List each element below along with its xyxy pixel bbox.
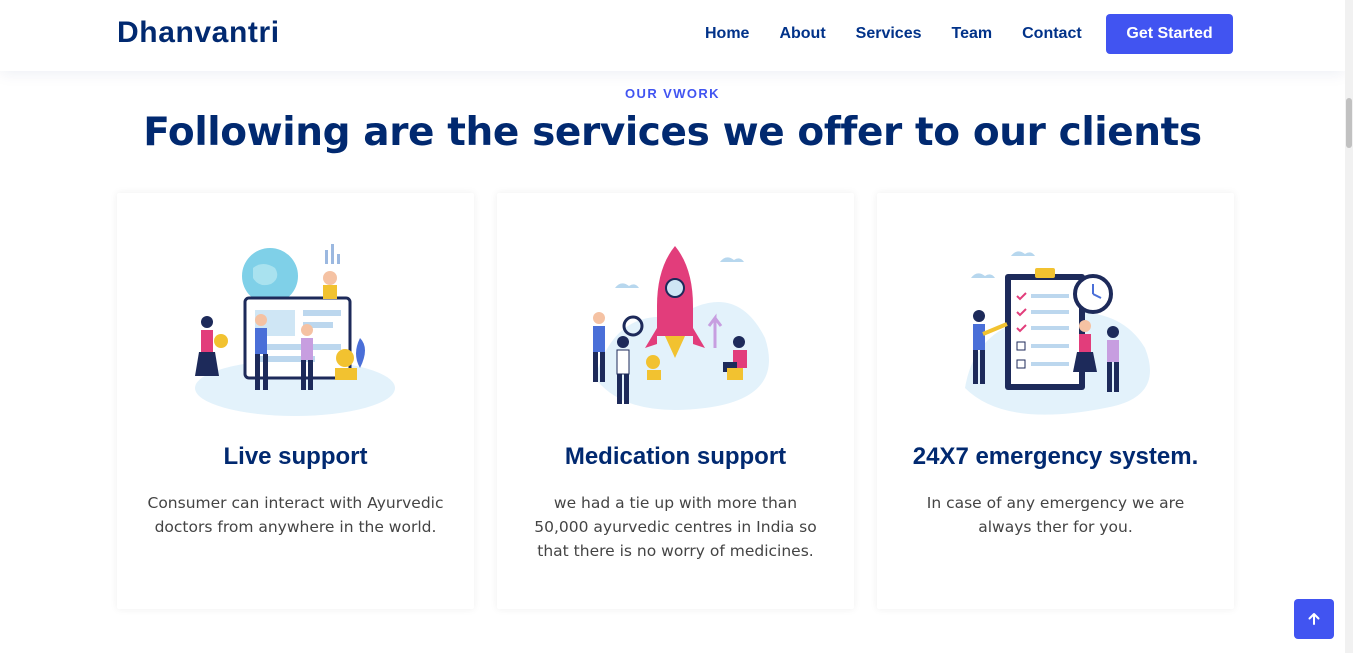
- card-title: 24X7 emergency system.: [912, 443, 1199, 470]
- site-header: Dhanvantri Home About Services Team Cont…: [0, 0, 1345, 71]
- nav-link-home[interactable]: Home: [705, 25, 749, 43]
- emergency-system-illustration: [965, 251, 1150, 415]
- arrow-up-icon: [1308, 613, 1320, 625]
- service-card-medication-support: Medication support we had a tie up with …: [497, 193, 854, 609]
- section-eyebrow: OUR VWORK: [625, 86, 720, 101]
- page-scrollbar[interactable]: [1345, 0, 1353, 653]
- live-support-illustration: [195, 244, 395, 416]
- medication-support-illustration: [593, 246, 769, 410]
- card-description: Consumer can interact with Ayurvedic doc…: [147, 494, 444, 536]
- nav-link-team[interactable]: Team: [952, 25, 993, 43]
- service-card-emergency-system: 24X7 emergency system. In case of any em…: [877, 193, 1234, 609]
- card-description: In case of any emergency we are always t…: [926, 494, 1185, 536]
- back-to-top-button[interactable]: [1294, 599, 1334, 639]
- get-started-button[interactable]: Get Started: [1106, 14, 1233, 54]
- card-title: Live support: [223, 443, 368, 470]
- site-logo[interactable]: Dhanvantri: [117, 16, 280, 50]
- nav-link-about[interactable]: About: [779, 25, 825, 43]
- nav-link-contact[interactable]: Contact: [1022, 25, 1082, 43]
- card-title: Medication support: [564, 443, 787, 470]
- main-nav: Home About Services Team Contact: [705, 14, 1082, 54]
- nav-link-services[interactable]: Services: [856, 25, 922, 43]
- scrollbar-thumb[interactable]: [1346, 98, 1352, 148]
- section-title: Following are the services we offer to o…: [143, 110, 1202, 155]
- card-description: we had a tie up with more than 50,000 ay…: [534, 494, 817, 560]
- service-card-live-support: Live support Consumer can interact with …: [117, 193, 474, 609]
